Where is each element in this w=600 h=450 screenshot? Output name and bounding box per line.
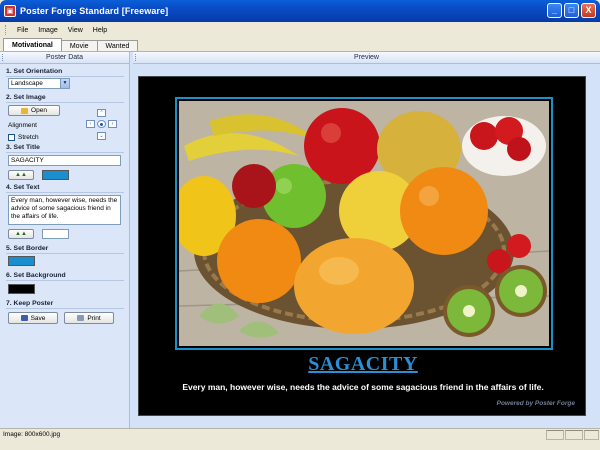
section-divider [6, 76, 124, 77]
menu-bar: File Image View Help [0, 22, 600, 38]
preview-panel: Preview SAGACITY Every man, however wise… [133, 52, 600, 429]
tab-movie[interactable]: Movie [60, 40, 98, 51]
fruit-photo [179, 101, 549, 346]
poster-photo-frame [175, 97, 553, 350]
title-bar: ▣ Poster Forge Standard [Freeware] _ □ X [0, 0, 600, 22]
text-input[interactable]: Every man, however wise, needs the advic… [8, 195, 121, 225]
window-title: Poster Forge Standard [Freeware] [20, 6, 169, 16]
print-button[interactable]: Print [64, 312, 114, 324]
menu-file[interactable]: File [12, 27, 33, 34]
menu-grip [5, 25, 8, 35]
menu-view[interactable]: View [63, 27, 88, 34]
menu-image[interactable]: Image [33, 27, 62, 34]
orientation-select[interactable]: Landscape ▼ [8, 78, 70, 89]
status-bar: Image: 800x600.jpg [0, 428, 600, 450]
section-divider [6, 308, 124, 309]
menu-help[interactable]: Help [88, 27, 112, 34]
preview-header: Preview [133, 52, 600, 64]
minimize-button[interactable]: _ [547, 3, 562, 18]
main-frame: Poster Data 1. Set Orientation Landscape… [0, 51, 600, 429]
section-divider [6, 102, 124, 103]
section-divider [6, 192, 124, 193]
tab-wanted[interactable]: Wanted [96, 40, 139, 51]
border-color-swatch[interactable] [8, 256, 35, 266]
status-panel [546, 430, 564, 440]
poster-data-panel: Poster Data 1. Set Orientation Landscape… [0, 52, 130, 429]
tab-motivational[interactable]: Motivational [3, 38, 62, 51]
background-heading: 6. Set Background [6, 272, 66, 279]
folder-icon [21, 107, 29, 114]
close-button[interactable]: X [581, 3, 596, 18]
align-bottom-button[interactable]: ⌄ [97, 132, 106, 140]
section-divider [6, 280, 124, 281]
align-center-dot [100, 122, 103, 126]
text-heading: 4. Set Text [6, 184, 40, 191]
tab-bar: Motivational Movie Wanted [0, 38, 600, 51]
printer-icon [77, 315, 85, 321]
resize-grip[interactable] [584, 430, 599, 440]
app-icon: ▣ [4, 5, 16, 17]
border-heading: 5. Set Border [6, 245, 49, 252]
title-color-swatch[interactable] [42, 170, 69, 180]
poster-preview: SAGACITY Every man, however wise, needs … [138, 76, 586, 416]
chevron-down-icon[interactable]: ▼ [60, 79, 69, 88]
title-font-button[interactable]: ▲▲ [8, 170, 34, 180]
section-divider [6, 152, 124, 153]
title-input[interactable]: SAGACITY [8, 155, 121, 166]
save-button[interactable]: Save [8, 312, 58, 324]
maximize-button[interactable]: □ [564, 3, 579, 18]
panel-grip [135, 54, 138, 61]
status-panel [565, 430, 583, 440]
align-top-button[interactable]: ⌃ [97, 109, 106, 117]
poster-title: SAGACITY [308, 353, 418, 375]
floppy-disk-icon [20, 315, 28, 321]
section-divider [6, 253, 124, 254]
orientation-value: Landscape [11, 80, 43, 87]
background-color-swatch[interactable] [8, 284, 35, 294]
poster-caption: Every man, however wise, needs the advic… [182, 382, 544, 392]
poster-credit: Powered by Poster Forge [496, 400, 575, 407]
alignment-label: Alignment [8, 122, 37, 129]
text-font-button[interactable]: ▲▲ [8, 229, 34, 239]
window-controls: _ □ X [547, 3, 596, 18]
poster-data-header: Poster Data [0, 52, 129, 64]
orientation-heading: 1. Set Orientation [6, 68, 63, 75]
print-label: Print [87, 314, 101, 322]
poster-data-title: Poster Data [46, 54, 83, 61]
preview-title: Preview [354, 54, 379, 61]
title-heading: 3. Set Title [6, 144, 40, 151]
panel-grip [2, 54, 5, 61]
stretch-checkbox[interactable] [8, 134, 15, 141]
text-color-swatch[interactable] [42, 229, 69, 239]
align-center-button[interactable] [97, 120, 106, 128]
fruit-basket-image [179, 101, 549, 346]
align-left-button[interactable]: ‹ [86, 120, 95, 128]
keep-heading: 7. Keep Poster [6, 300, 54, 307]
align-right-button[interactable]: › [108, 120, 117, 128]
save-label: Save [30, 314, 46, 322]
open-label: Open [31, 107, 47, 114]
open-image-button[interactable]: Open [8, 105, 60, 116]
status-text: Image: 800x600.jpg [3, 431, 61, 438]
stretch-label: Stretch [18, 134, 39, 141]
image-heading: 2. Set Image [6, 94, 46, 101]
